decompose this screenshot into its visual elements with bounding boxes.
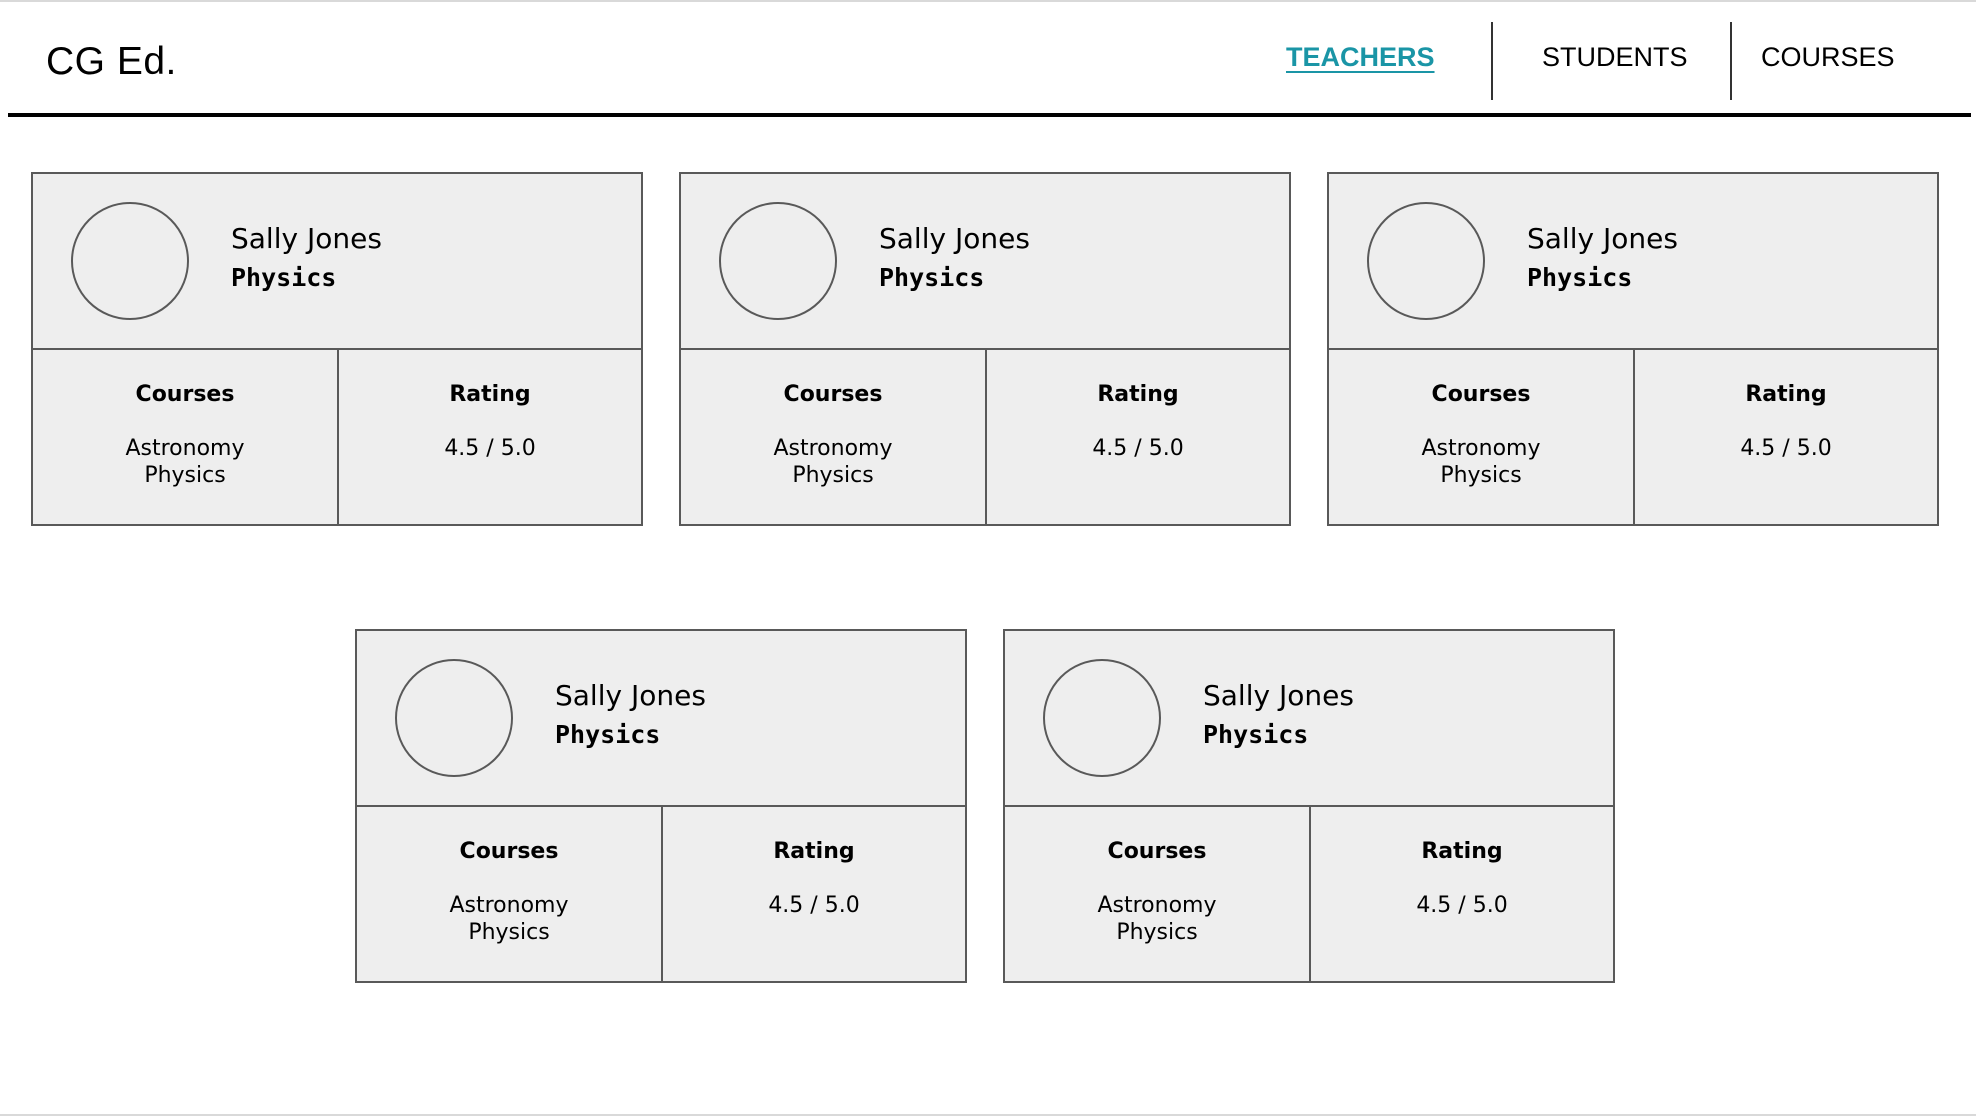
rating-value: 4.5 / 5.0 [1416, 893, 1508, 918]
courses-heading: Courses [1431, 382, 1531, 407]
rating-value: 4.5 / 5.0 [1092, 436, 1184, 461]
rating-heading: Rating [449, 382, 531, 407]
rating-cell: Rating 4.5 / 5.0 [663, 807, 965, 981]
courses-heading: Courses [783, 382, 883, 407]
avatar [71, 202, 189, 320]
rating-heading: Rating [1097, 382, 1179, 407]
avatar [395, 659, 513, 777]
teacher-card[interactable]: Sally Jones Physics Courses Astronomy Ph… [355, 629, 967, 983]
course-item: Physics [144, 463, 226, 488]
courses-cell: Courses Astronomy Physics [33, 350, 339, 524]
rating-cell: Rating 4.5 / 5.0 [1635, 350, 1937, 524]
course-item: Physics [1440, 463, 1522, 488]
teacher-name: Sally Jones [1203, 679, 1354, 712]
teacher-card-header: Sally Jones Physics [33, 174, 641, 350]
teacher-card[interactable]: Sally Jones Physics Courses Astronomy Ph… [1003, 629, 1615, 983]
avatar [1043, 659, 1161, 777]
teacher-card-header: Sally Jones Physics [1005, 631, 1613, 807]
page-frame [0, 0, 1976, 1116]
courses-cell: Courses Astronomy Physics [681, 350, 987, 524]
course-item: Astronomy [449, 893, 569, 918]
teacher-card-header: Sally Jones Physics [1329, 174, 1937, 350]
rating-cell: Rating 4.5 / 5.0 [987, 350, 1289, 524]
courses-cell: Courses Astronomy Physics [1005, 807, 1311, 981]
courses-list: Astronomy Physics [1005, 892, 1309, 946]
courses-list: Astronomy Physics [33, 435, 337, 489]
course-item: Astronomy [1097, 893, 1217, 918]
teacher-subject: Physics [555, 720, 661, 749]
avatar [719, 202, 837, 320]
rating-value: 4.5 / 5.0 [1740, 436, 1832, 461]
nav-courses[interactable]: COURSES [1761, 42, 1895, 73]
courses-list: Astronomy Physics [681, 435, 985, 489]
course-item: Astronomy [125, 436, 245, 461]
teacher-subject: Physics [1203, 720, 1309, 749]
teacher-name: Sally Jones [555, 679, 706, 712]
course-item: Physics [468, 920, 550, 945]
rating-value: 4.5 / 5.0 [768, 893, 860, 918]
header-divider [8, 113, 1971, 117]
course-item: Astronomy [773, 436, 893, 461]
teacher-name: Sally Jones [1527, 222, 1678, 255]
teacher-card-header: Sally Jones Physics [357, 631, 965, 807]
teacher-subject: Physics [1527, 263, 1633, 292]
nav-divider [1730, 22, 1732, 100]
courses-heading: Courses [1107, 839, 1207, 864]
teacher-name: Sally Jones [879, 222, 1030, 255]
rating-cell: Rating 4.5 / 5.0 [339, 350, 641, 524]
teacher-card[interactable]: Sally Jones Physics Courses Astronomy Ph… [1327, 172, 1939, 526]
rating-heading: Rating [1421, 839, 1503, 864]
courses-list: Astronomy Physics [357, 892, 661, 946]
nav-students[interactable]: STUDENTS [1542, 42, 1688, 73]
rating-heading: Rating [773, 839, 855, 864]
teacher-card-header: Sally Jones Physics [681, 174, 1289, 350]
courses-heading: Courses [135, 382, 235, 407]
nav-divider [1491, 22, 1493, 100]
teacher-card[interactable]: Sally Jones Physics Courses Astronomy Ph… [31, 172, 643, 526]
teacher-subject: Physics [879, 263, 985, 292]
teacher-name: Sally Jones [231, 222, 382, 255]
courses-cell: Courses Astronomy Physics [357, 807, 663, 981]
courses-heading: Courses [459, 839, 559, 864]
avatar [1367, 202, 1485, 320]
course-item: Physics [792, 463, 874, 488]
course-item: Physics [1116, 920, 1198, 945]
rating-cell: Rating 4.5 / 5.0 [1311, 807, 1613, 981]
course-item: Astronomy [1421, 436, 1541, 461]
courses-list: Astronomy Physics [1329, 435, 1633, 489]
teacher-card[interactable]: Sally Jones Physics Courses Astronomy Ph… [679, 172, 1291, 526]
teacher-subject: Physics [231, 263, 337, 292]
courses-cell: Courses Astronomy Physics [1329, 350, 1635, 524]
rating-heading: Rating [1745, 382, 1827, 407]
rating-value: 4.5 / 5.0 [444, 436, 536, 461]
nav-teachers[interactable]: TEACHERS [1286, 42, 1435, 73]
site-logo[interactable]: CG Ed. [46, 40, 177, 84]
